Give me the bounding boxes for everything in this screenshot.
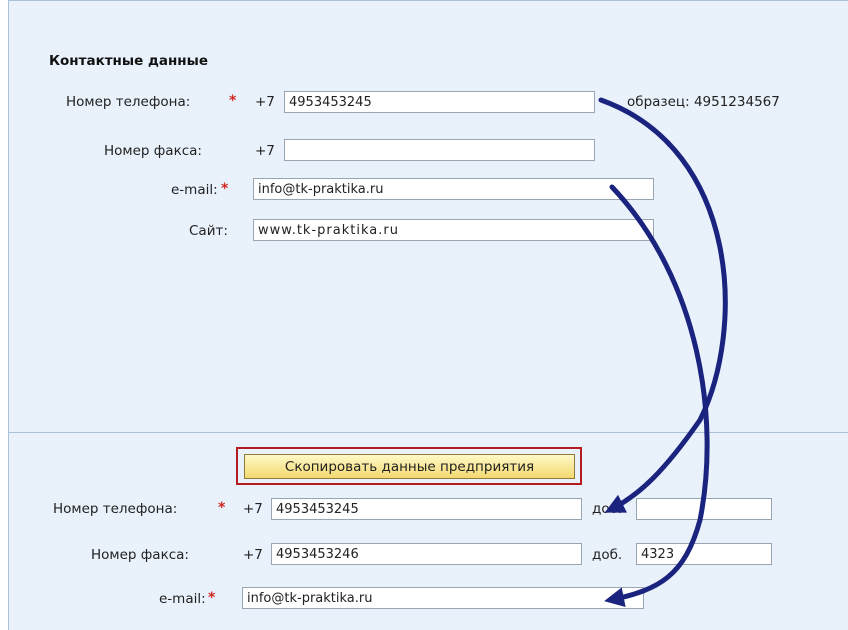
phone-label: Номер телефона: (53, 501, 178, 517)
section-divider (8, 432, 848, 433)
required-marker: * (208, 590, 216, 606)
fax-prefix: +7 (255, 143, 275, 159)
phone-ext-label: доб. (592, 501, 623, 517)
phone-input[interactable] (271, 498, 582, 520)
fax-input[interactable] (271, 543, 582, 565)
email-label: e-mail: (171, 182, 218, 198)
required-marker: * (229, 93, 237, 109)
fax-label: Номер факса: (91, 547, 189, 563)
phone-label: Номер телефона: (66, 94, 191, 110)
required-marker: * (218, 500, 226, 516)
site-label: Сайт: (189, 223, 228, 239)
fax-ext-label: доб. (592, 547, 623, 563)
phone-input[interactable] (284, 91, 595, 113)
phone-prefix: +7 (255, 94, 275, 110)
fax-label: Номер факса: (104, 143, 202, 159)
site-input[interactable] (253, 219, 654, 241)
fax-ext-input[interactable] (636, 543, 772, 565)
email-input[interactable] (242, 587, 644, 609)
phone-format-hint: образец: 4951234567 (627, 94, 780, 110)
section-title: Контактные данные (49, 53, 208, 69)
phone-ext-input[interactable] (636, 498, 772, 520)
fax-prefix: +7 (243, 547, 263, 563)
email-input[interactable] (253, 178, 654, 200)
fax-input[interactable] (284, 139, 595, 161)
required-marker: * (221, 181, 229, 197)
copy-company-data-button[interactable]: Скопировать данные предприятия (244, 454, 575, 479)
email-label: e-mail: (159, 591, 206, 607)
phone-prefix: +7 (243, 501, 263, 517)
